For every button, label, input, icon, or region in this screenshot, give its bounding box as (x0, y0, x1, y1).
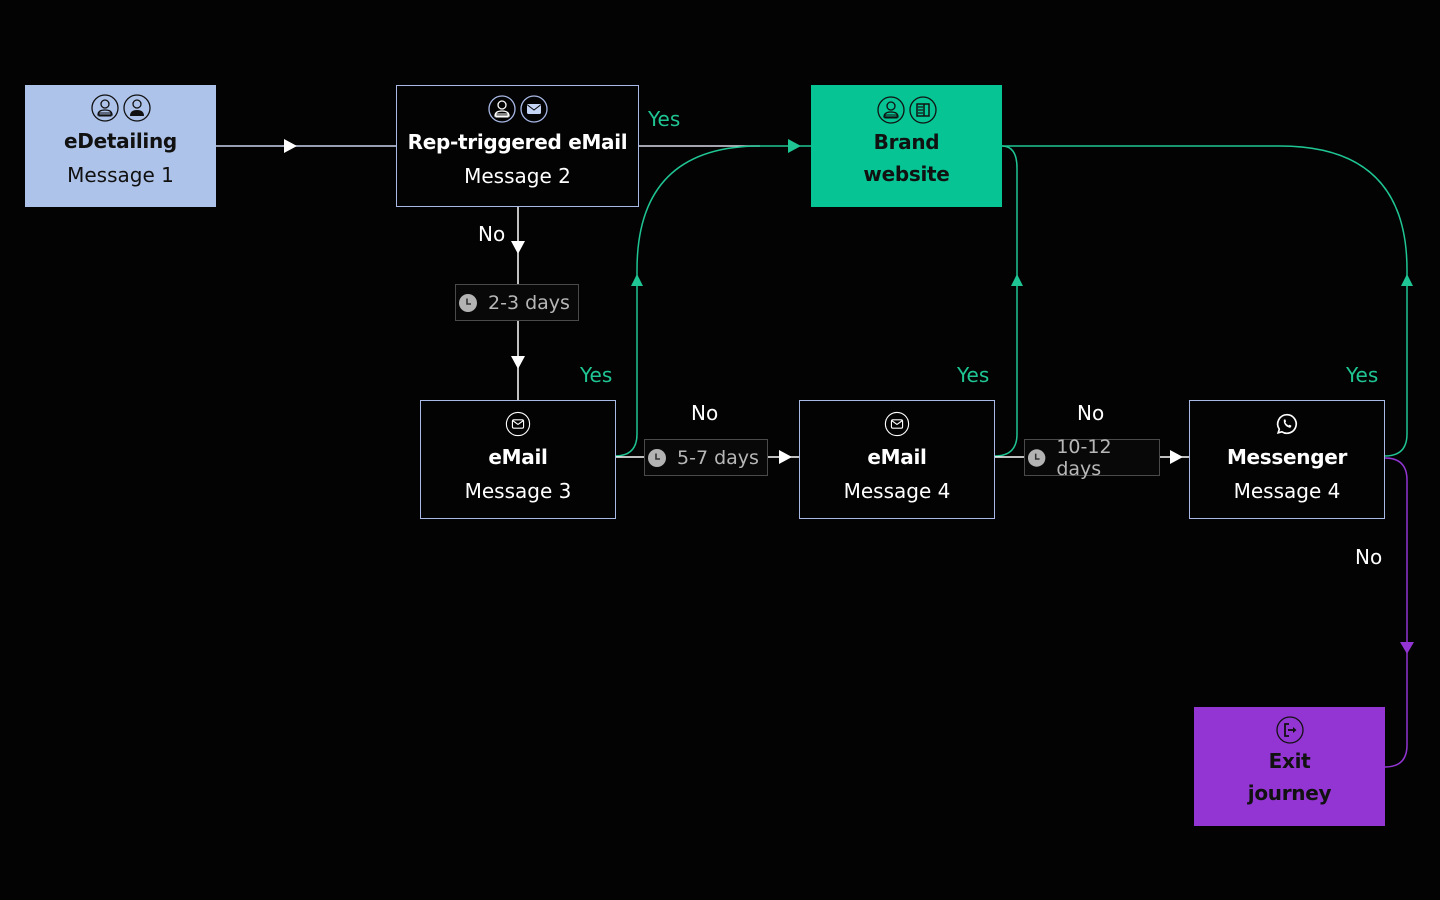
node-brand-website[interactable]: Brand website (811, 85, 1002, 207)
branch-label-yes: Yes (1346, 363, 1379, 387)
rep-avatar-icon (876, 96, 905, 124)
arrowhead (788, 139, 801, 153)
delay-text: 5-7 days (677, 446, 759, 469)
rep-avatar-icon (90, 94, 119, 122)
branch-label-yes: Yes (580, 363, 613, 387)
node-email-message-4[interactable]: eMail Message 4 (799, 400, 995, 519)
rep-avatar-icon (487, 95, 516, 123)
arrowhead (1400, 642, 1414, 654)
node-subtitle: Message 1 (67, 163, 174, 187)
arrowhead (284, 139, 297, 153)
arrowhead (1011, 274, 1023, 286)
delay-badge-2-3-days: 2-3 days (455, 284, 579, 321)
delay-badge-5-7-days: 5-7 days (644, 439, 768, 476)
node-title-line1: Exit (1268, 749, 1311, 773)
node-title: Rep-triggered eMail (407, 130, 628, 154)
clock-icon (1027, 448, 1046, 467)
exit-icon (1275, 716, 1304, 744)
node-subtitle: Message 3 (464, 479, 572, 503)
node-title: Messenger (1226, 445, 1348, 469)
branch-label-yes: Yes (957, 363, 990, 387)
whatsapp-icon (1276, 413, 1298, 435)
arrowhead (511, 356, 525, 369)
node-title-line2: journey (1247, 781, 1332, 805)
branch-label-yes: Yes (648, 107, 681, 131)
webpage-icon (908, 96, 937, 124)
branch-label-no: No (478, 222, 506, 246)
node-subtitle: Message 4 (843, 479, 951, 503)
node-exit-journey[interactable]: Exit journey (1194, 707, 1385, 826)
node-title: eMail (867, 445, 927, 469)
clock-icon (648, 448, 666, 467)
envelope-icon (505, 411, 531, 437)
arrowhead (1170, 450, 1183, 464)
branch-label-no: No (1077, 401, 1105, 425)
arrowhead (631, 274, 643, 286)
node-title: eDetailing (64, 129, 177, 153)
arrowhead (779, 450, 792, 464)
node-icons (884, 409, 910, 439)
node-email-message-3[interactable]: eMail Message 3 (420, 400, 616, 519)
node-icons (1274, 409, 1300, 439)
arrowhead (511, 241, 525, 254)
envelope-icon (519, 95, 548, 123)
delay-badge-10-12-days: 10-12 days (1024, 436, 1160, 480)
delay-text: 2-3 days (488, 291, 570, 314)
clock-icon (459, 293, 477, 312)
node-icons (90, 93, 151, 123)
branch-label-no: No (691, 401, 719, 425)
node-messenger-message-4[interactable]: Messenger Message 4 (1189, 400, 1385, 519)
hcp-avatar-icon (122, 94, 151, 122)
node-edetailing[interactable]: eDetailing Message 1 (25, 85, 216, 207)
connector-messenger-no-to-exit (1384, 457, 1408, 768)
node-title-line2: website (863, 162, 950, 186)
node-icons (876, 95, 937, 125)
node-icons (1275, 715, 1304, 745)
node-rep-triggered-email[interactable]: Rep-triggered eMail Message 2 (396, 85, 639, 207)
delay-text: 10-12 days (1056, 435, 1112, 480)
node-icons (505, 409, 531, 439)
node-icons (487, 94, 548, 124)
envelope-icon (884, 411, 910, 437)
arrowhead (1401, 274, 1413, 286)
branch-label-no: No (1355, 545, 1383, 569)
node-subtitle: Message 4 (1233, 479, 1341, 503)
node-title-line1: Brand (873, 130, 940, 154)
node-subtitle: Message 2 (464, 164, 571, 188)
node-title: eMail (488, 445, 548, 469)
